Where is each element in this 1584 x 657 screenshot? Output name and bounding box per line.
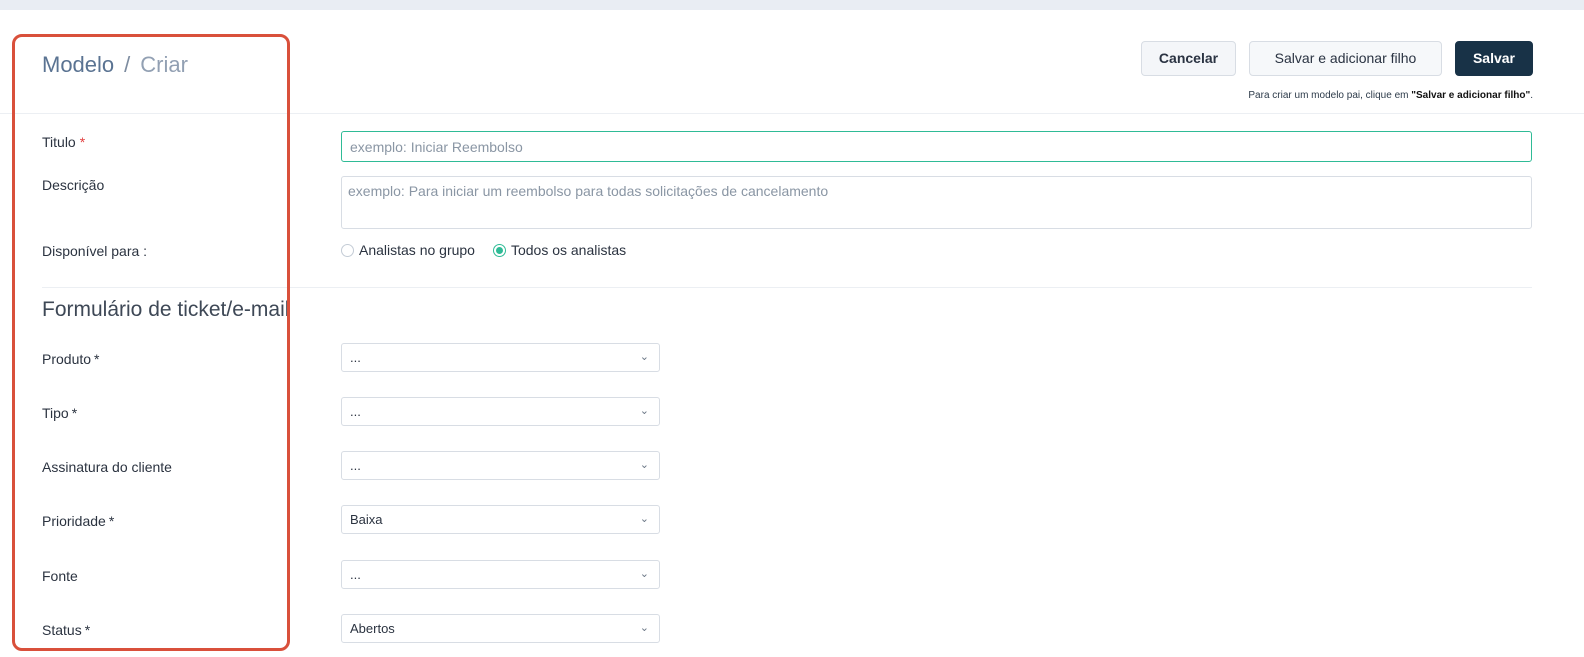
ticket-form-section-title: Formulário de ticket/e-mail — [42, 298, 290, 321]
save-and-add-child-button[interactable]: Salvar e adicionar filho — [1249, 41, 1442, 76]
type-label-text: Tipo — [42, 405, 69, 421]
required-mark: * — [71, 405, 78, 421]
chevron-down-icon: ⌄ — [639, 568, 649, 580]
annotation-highlight-box — [12, 34, 290, 651]
status-label: Status * — [42, 622, 90, 638]
breadcrumb-parent-link[interactable]: Modelo — [42, 52, 114, 77]
radio-group-agents-label: Analistas no grupo — [359, 242, 475, 258]
radio-all-agents-label: Todos os analistas — [510, 242, 627, 258]
description-textarea[interactable] — [341, 176, 1532, 229]
chevron-down-icon: ⌄ — [639, 459, 649, 471]
priority-label-text: Prioridade — [42, 513, 106, 529]
required-mark: * — [94, 351, 100, 367]
type-label: Tipo * — [42, 405, 77, 421]
cancel-button[interactable]: Cancelar — [1141, 41, 1236, 76]
availability-radio-group: Analistas no grupo Todos os analistas — [341, 242, 644, 258]
breadcrumb-current: Criar — [140, 52, 188, 77]
title-label: Titulo * — [42, 134, 85, 150]
availability-label: Disponível para : — [42, 243, 148, 259]
required-mark: * — [84, 622, 91, 638]
radio-group-agents[interactable]: Analistas no grupo — [341, 242, 475, 258]
required-mark: * — [108, 513, 115, 529]
description-label: Descrição — [42, 177, 105, 193]
hint-suffix: . — [1530, 90, 1533, 101]
chevron-down-icon: ⌄ — [639, 405, 649, 417]
source-select-value: ... — [350, 567, 361, 582]
product-select[interactable]: ... ⌄ — [341, 343, 660, 372]
page-header: Modelo / Criar Cancelar Salvar e adicionar… — [0, 10, 1584, 114]
customer-subscription-select[interactable]: ... ⌄ — [341, 451, 660, 480]
source-label: Fonte — [42, 568, 78, 584]
save-button[interactable]: Salvar — [1455, 41, 1533, 76]
breadcrumb: Modelo / Criar — [42, 52, 188, 78]
section-divider — [42, 287, 1532, 288]
priority-label: Prioridade * — [42, 513, 114, 529]
chevron-down-icon: ⌄ — [639, 622, 649, 634]
status-select-value: Abertos — [350, 621, 395, 636]
priority-select[interactable]: Baixa ⌄ — [341, 505, 660, 534]
customer-subscription-label: Assinatura do cliente — [42, 459, 172, 475]
title-label-text: Titulo — [42, 134, 76, 150]
product-label-text: Produto — [42, 351, 92, 367]
radio-all-agents[interactable]: Todos os analistas — [492, 242, 627, 258]
source-select[interactable]: ... ⌄ — [341, 560, 660, 589]
hint-emphasis: "Salvar e adicionar filho" — [1411, 90, 1531, 101]
status-select[interactable]: Abertos ⌄ — [341, 614, 660, 643]
chevron-down-icon: ⌄ — [639, 351, 649, 363]
status-label-text: Status — [42, 622, 82, 638]
type-select-value: ... — [350, 404, 361, 419]
type-select[interactable]: ... ⌄ — [341, 397, 660, 426]
parent-template-hint: Para criar um modelo pai, clique em "Sal… — [1248, 90, 1533, 101]
hint-prefix: Para criar um modelo pai, clique em — [1248, 90, 1412, 101]
top-strip — [0, 0, 1584, 10]
product-select-value: ... — [350, 350, 361, 365]
chevron-down-icon: ⌄ — [639, 513, 649, 525]
title-input[interactable] — [341, 131, 1532, 162]
required-mark: * — [79, 134, 86, 150]
radio-unchecked-icon[interactable] — [341, 243, 354, 257]
priority-select-value: Baixa — [350, 512, 383, 527]
product-label: Produto * — [42, 351, 100, 367]
breadcrumb-separator: / — [124, 52, 131, 77]
radio-checked-icon[interactable] — [492, 243, 506, 257]
customer-subscription-select-value: ... — [350, 458, 361, 473]
